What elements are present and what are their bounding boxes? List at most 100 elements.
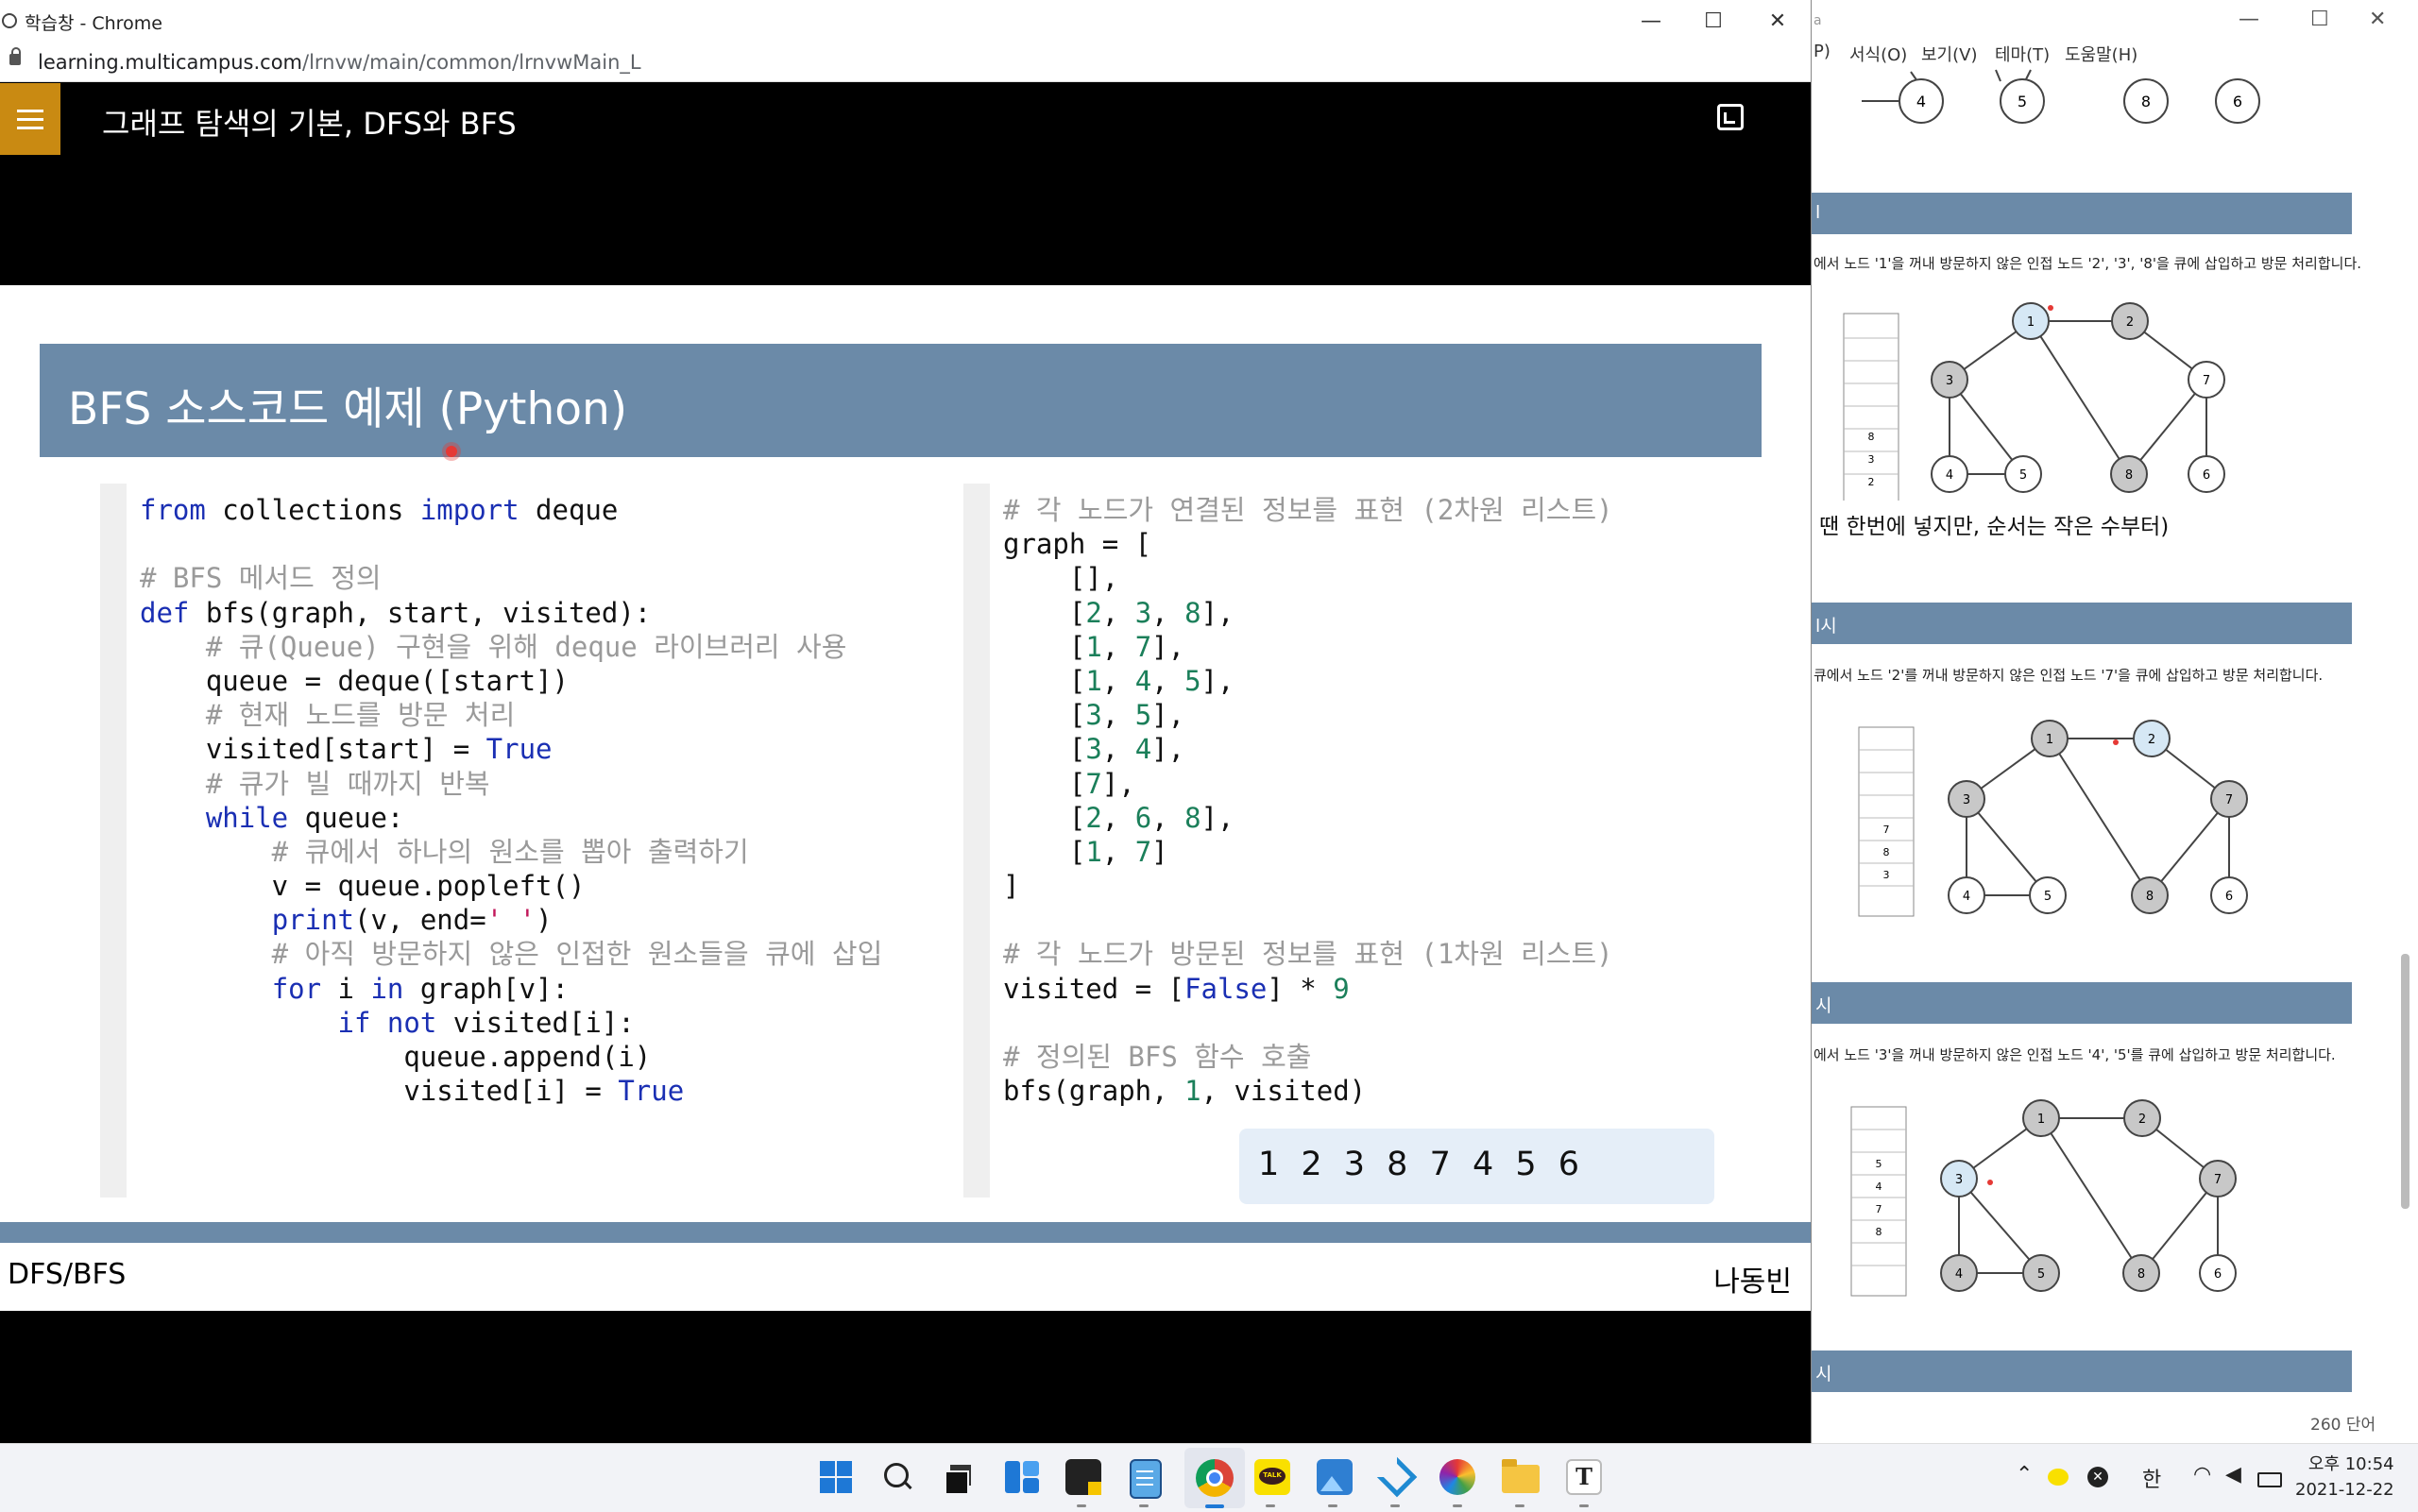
graph-diagram-step3: 5 4 7 8 1 2 3 7 4 5 8 6 <box>1850 1099 2237 1297</box>
code-line: # 아직 방문하지 않은 인접한 원소들을 큐에 삽입 <box>140 938 883 971</box>
wifi-icon[interactable]: ◠ <box>2193 1463 2211 1487</box>
output-box: 1 2 3 8 7 4 5 6 <box>1239 1129 1714 1204</box>
code-line: [7], <box>1003 767 1135 800</box>
volume-icon[interactable]: ◀ <box>2225 1463 2241 1487</box>
node-label: 2 <box>2148 733 2155 747</box>
node-label: 4 <box>1955 1267 1963 1282</box>
code-block-graph-data: # 각 노드가 연결된 정보를 표현 (2차원 리스트) graph = [ []… <box>963 484 1762 1198</box>
scrollbar-thumb[interactable] <box>2401 954 2409 1209</box>
code-line: ] <box>1003 870 1020 903</box>
chrome-taskbar-button[interactable] <box>1184 1448 1245 1508</box>
code-line: while queue: <box>205 801 404 834</box>
ime-indicator[interactable]: 한 <box>2142 1463 2161 1493</box>
code-line: [3, 5], <box>1003 699 1185 732</box>
node-label: 4 <box>1963 890 1970 904</box>
code-line: # BFS 메서드 정의 <box>140 562 382 595</box>
chevron-up-icon[interactable]: ⌃ <box>2016 1463 2033 1487</box>
word-count: 260 단어 <box>2310 1416 2376 1435</box>
search-icon[interactable] <box>882 1461 914 1493</box>
code-text: # 각 노드가 연결된 정보를 표현 (2차원 리스트) graph = [ []… <box>1003 493 1613 1108</box>
code-line: [1, 7], <box>1003 630 1185 663</box>
node-label: 1 <box>2027 315 2035 330</box>
kakaotalk-tray-icon[interactable] <box>2048 1469 2069 1486</box>
queue-item: 3 <box>1883 869 1890 881</box>
task-view-icon[interactable] <box>943 1461 975 1495</box>
footer-topic: DFS/BFS <box>8 1258 127 1291</box>
notepad-icon[interactable] <box>1130 1459 1162 1499</box>
minimize-button[interactable]: — <box>1623 6 1679 38</box>
step-caption: 에서 노드 '1'을 꺼내 방문하지 않은 인접 노드 '2', '3', '8… <box>1814 255 2362 272</box>
code-line: def bfs(graph, start, visited): <box>140 596 652 629</box>
file-explorer-icon[interactable] <box>1502 1459 1540 1493</box>
maximize-button[interactable]: ☐ <box>1685 6 1742 38</box>
section-bar: l <box>1812 193 2352 234</box>
typora-icon[interactable]: T <box>1566 1459 1602 1495</box>
code-line: from collections import deque <box>140 494 619 526</box>
clock-date: 2021-12-22 <box>2295 1480 2394 1500</box>
step-caption: 큐에서 노드 '2'를 꺼내 방문하지 않은 인접 노드 '7'을 큐에 삽입하… <box>1814 667 2324 684</box>
address-bar[interactable]: learning.multicampus.com/lrnvw/main/comm… <box>0 43 1811 82</box>
url-text[interactable]: learning.multicampus.com/lrnvw/main/comm… <box>38 51 641 74</box>
graph-diagram-top: 4 5 8 6 <box>1862 69 2260 124</box>
widgets-icon[interactable] <box>1005 1461 1039 1493</box>
clock-time: 오후 10:54 <box>2307 1454 2394 1474</box>
code-line: queue = deque([start]) <box>140 664 569 697</box>
slide-heading: BFS 소스코드 예제 (Python) <box>68 383 628 435</box>
code-line: if not visited[i]: <box>337 1006 635 1039</box>
battery-icon[interactable] <box>2257 1472 2282 1487</box>
title-bar: 학습창 - Chrome — ☐ ✕ <box>0 0 1811 43</box>
code-block-bfs-function: from collections import deque # BFS 메서드 정… <box>100 484 948 1198</box>
code-text: from collections import deque # BFS 메서드 정… <box>140 493 882 1108</box>
queue-item: 3 <box>1868 453 1875 466</box>
clock[interactable]: 오후 10:54 2021-12-22 <box>2295 1452 2394 1503</box>
node-label: 8 <box>2125 468 2133 483</box>
maximize-button[interactable]: ☐ <box>2310 8 2329 31</box>
close-button[interactable]: ✕ <box>2369 8 2386 31</box>
node-label: 5 <box>2019 468 2027 483</box>
step-caption: 에서 노드 '3'을 꺼내 방문하지 않은 인접 노드 '4', '5'를 큐에… <box>1814 1046 2336 1063</box>
code-line: queue.append(i) <box>140 1041 652 1073</box>
queue-item: 4 <box>1876 1181 1882 1193</box>
code-line: [2, 6, 8], <box>1003 801 1235 834</box>
node-label: 7 <box>2214 1173 2222 1187</box>
minimize-button[interactable]: — <box>2239 8 2259 31</box>
node-label: 5 <box>2037 1267 2045 1282</box>
queue-item: 2 <box>1868 476 1875 488</box>
code-line: print(v, end=' ') <box>271 904 553 937</box>
section-bar: 시 <box>1812 1351 2352 1392</box>
taskbar: TALK T ⌃ ✕ 한 ◠ ◀ 오후 10:54 2021-12-22 <box>0 1443 2418 1512</box>
node-label: 3 <box>1963 793 1970 807</box>
node-label: 6 <box>2233 93 2242 110</box>
code-line: [3, 4], <box>1003 733 1185 766</box>
code-line: # 큐에서 하나의 원소를 뽑아 출력하기 <box>140 835 749 868</box>
kakaotalk-icon[interactable]: TALK <box>1254 1459 1290 1495</box>
code-line: graph = [ <box>1003 528 1152 561</box>
code-line: [2, 3, 8], <box>1003 596 1235 629</box>
vscode-icon[interactable] <box>1376 1456 1418 1498</box>
start-icon[interactable] <box>820 1461 852 1493</box>
node-label: 4 <box>1916 93 1926 110</box>
url-path: /lrnvw/main/common/lrnvwMain_L <box>302 51 641 74</box>
fullscreen-icon[interactable] <box>1717 104 1744 130</box>
code-line: [1, 7] <box>1003 835 1168 868</box>
section-bar: l시 <box>1812 603 2352 644</box>
menu-item[interactable]: P) <box>1814 42 1831 61</box>
lock-icon[interactable] <box>9 47 21 65</box>
close-button[interactable]: ✕ <box>1749 6 1806 38</box>
sticky-notes-icon[interactable] <box>1065 1459 1101 1495</box>
code-line: bfs(graph, 1, visited) <box>1003 1075 1367 1108</box>
node-label: 1 <box>2046 733 2053 747</box>
close-circle-icon[interactable]: ✕ <box>2087 1467 2108 1487</box>
typora-label: T <box>1575 1463 1592 1490</box>
graph-diagram-step1: 8 3 2 1 2 3 7 4 5 8 6 <box>1843 302 2225 501</box>
chrome-window: 학습창 - Chrome — ☐ ✕ learning.multicampus.… <box>0 0 1811 1443</box>
code-line: visited[start] = True <box>140 733 553 766</box>
photos-icon[interactable] <box>1317 1459 1353 1495</box>
paint-icon[interactable] <box>1439 1459 1475 1495</box>
queue-item: 8 <box>1883 846 1890 858</box>
node-label: 6 <box>2225 890 2233 904</box>
hamburger-menu-button[interactable] <box>0 83 60 155</box>
queue-item: 8 <box>1868 431 1875 443</box>
